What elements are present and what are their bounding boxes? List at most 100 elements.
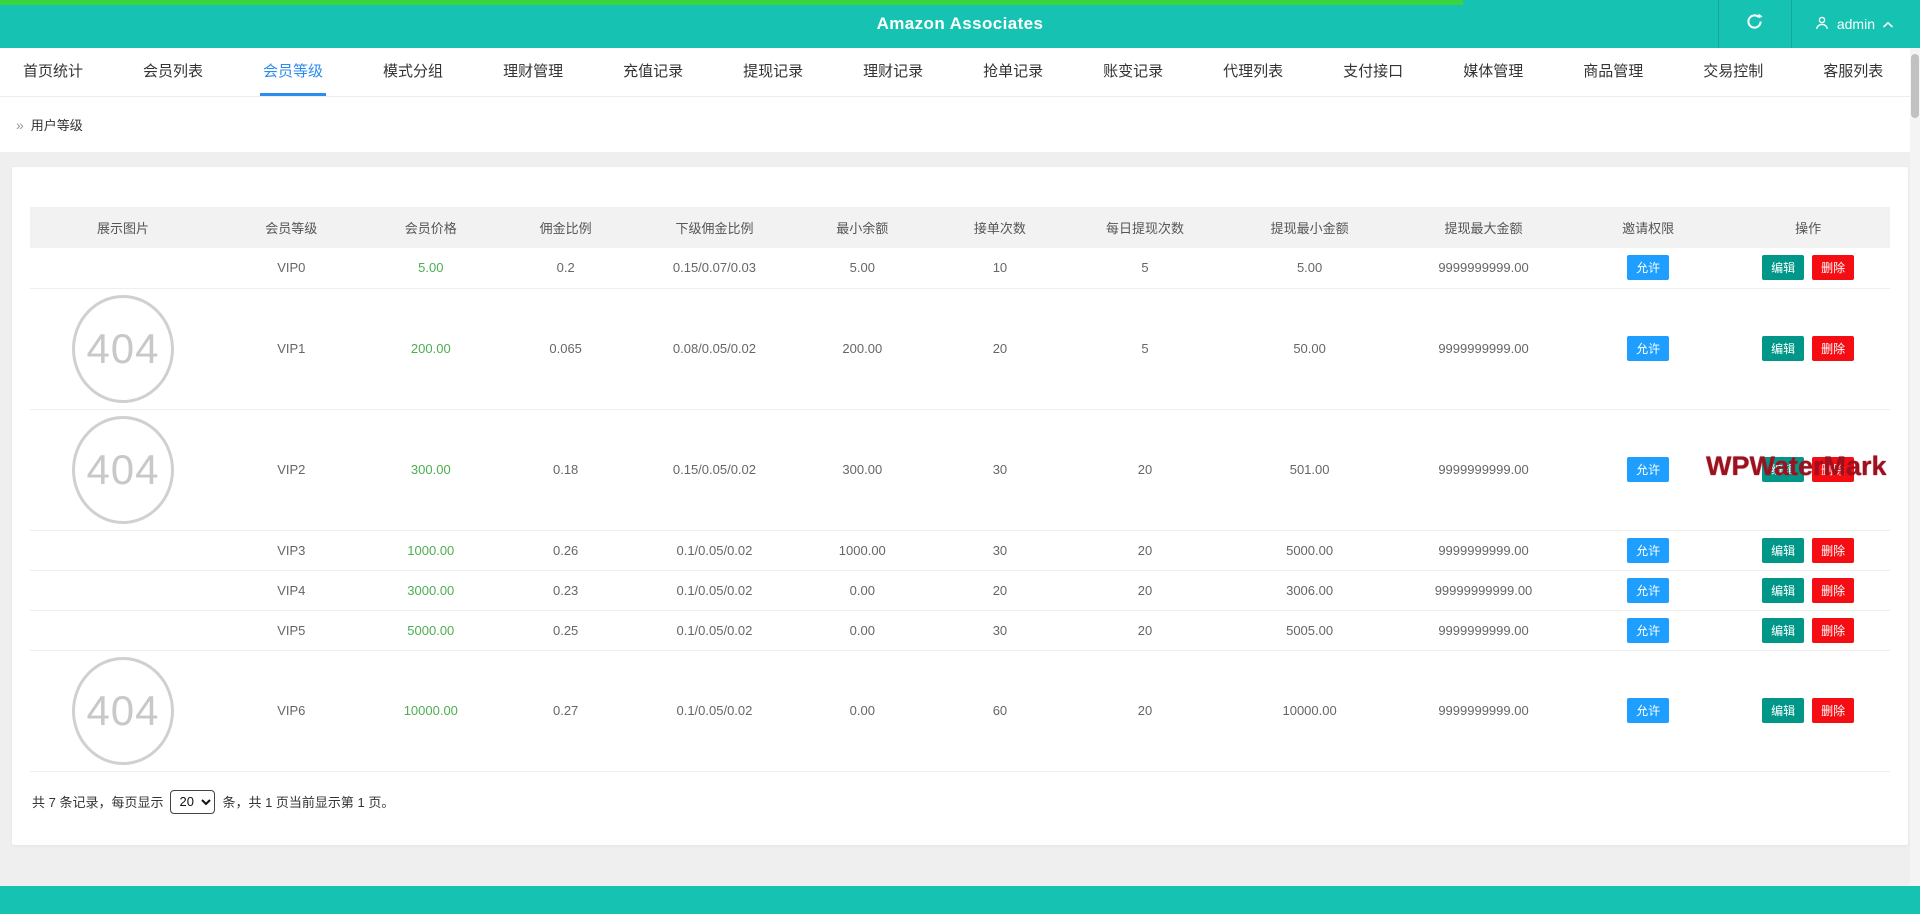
delete-button[interactable]: 删除 [1812, 336, 1854, 361]
nav-tab-1[interactable]: 会员列表 [140, 48, 206, 96]
allow-button[interactable]: 允许 [1627, 618, 1669, 643]
delete-button[interactable]: 删除 [1812, 698, 1854, 723]
nav-tab-14[interactable]: 交易控制 [1700, 48, 1766, 96]
pagination-bar: 共 7 条记录，每页显示 20 条，共 1 页当前显示第 1 页。 [30, 790, 1890, 814]
cell-actions: 编辑删除 [1726, 288, 1890, 409]
cell-withdraw-min: 5005.00 [1222, 610, 1397, 650]
edit-button[interactable]: 编辑 [1762, 538, 1804, 563]
nav-tab-9[interactable]: 账变记录 [1100, 48, 1166, 96]
image-404-placeholder: 404 [72, 657, 174, 765]
cell-invite-permission: 允许 [1570, 570, 1726, 610]
delete-button[interactable]: 删除 [1812, 578, 1854, 603]
cell-actions: 编辑删除 [1726, 530, 1890, 570]
nav-tab-11[interactable]: 支付接口 [1340, 48, 1406, 96]
cell-price: 10000.00 [367, 650, 495, 771]
admin-label: admin [1837, 16, 1875, 32]
cell-withdraw-max: 9999999999.00 [1397, 288, 1570, 409]
nav-tab-12[interactable]: 媒体管理 [1460, 48, 1526, 96]
chevron-up-icon [1882, 16, 1894, 32]
nav-tab-5[interactable]: 充值记录 [620, 48, 686, 96]
edit-button[interactable]: 编辑 [1762, 336, 1804, 361]
edit-button[interactable]: 编辑 [1762, 578, 1804, 603]
cell-daily-withdraw-count: 20 [1068, 530, 1222, 570]
nav-tab-4[interactable]: 理财管理 [500, 48, 566, 96]
delete-button[interactable]: 删除 [1812, 618, 1854, 643]
cell-daily-withdraw-count: 20 [1068, 610, 1222, 650]
cell-price: 300.00 [367, 409, 495, 530]
allow-button[interactable]: 允许 [1627, 698, 1669, 723]
allow-button[interactable]: 允许 [1627, 457, 1669, 482]
nav-tab-6[interactable]: 提现记录 [740, 48, 806, 96]
scrollbar-thumb[interactable] [1911, 54, 1919, 118]
app-header: Amazon Associates admin [0, 0, 1920, 48]
nav-tab-7[interactable]: 理财记录 [860, 48, 926, 96]
pagination-text-before: 共 7 条记录，每页显示 [32, 792, 163, 811]
column-header: 提现最大金额 [1397, 207, 1570, 248]
scrollbar[interactable] [1910, 48, 1920, 886]
table-row: VIP3 1000.00 0.26 0.1/0.05/0.02 1000.00 … [30, 530, 1890, 570]
cell-withdraw-min: 3006.00 [1222, 570, 1397, 610]
cell-commission-ratio: 0.18 [495, 409, 636, 530]
cell-order-count: 30 [932, 530, 1068, 570]
image-404-text: 404 [86, 446, 159, 494]
column-header: 会员价格 [367, 207, 495, 248]
edit-button[interactable]: 编辑 [1762, 618, 1804, 643]
levels-table: 展示图片会员等级会员价格佣金比例下级佣金比例最小余额接单次数每日提现次数提现最小… [30, 207, 1890, 772]
cell-image [30, 610, 216, 650]
allow-button[interactable]: 允许 [1627, 538, 1669, 563]
nav-tab-3[interactable]: 模式分组 [380, 48, 446, 96]
cell-withdraw-max: 9999999999.00 [1397, 650, 1570, 771]
refresh-button[interactable] [1719, 0, 1791, 48]
cell-order-count: 20 [932, 288, 1068, 409]
nav-tab-8[interactable]: 抢单记录 [980, 48, 1046, 96]
cell-price: 1000.00 [367, 530, 495, 570]
image-404-placeholder: 404 [72, 295, 174, 403]
allow-button[interactable]: 允许 [1627, 578, 1669, 603]
nav-tab-0[interactable]: 首页统计 [20, 48, 86, 96]
cell-commission-ratio: 0.27 [495, 650, 636, 771]
column-header: 邀请权限 [1570, 207, 1726, 248]
table-row: 404 VIP1 200.00 0.065 0.08/0.05/0.02 200… [30, 288, 1890, 409]
refresh-icon [1745, 12, 1764, 36]
allow-button[interactable]: 允许 [1627, 336, 1669, 361]
cell-image [30, 530, 216, 570]
allow-button[interactable]: 允许 [1627, 255, 1669, 280]
cell-sub-commission-ratio: 0.1/0.05/0.02 [636, 530, 792, 570]
column-header: 提现最小金额 [1222, 207, 1397, 248]
column-header: 接单次数 [932, 207, 1068, 248]
nav-tab-15[interactable]: 客服列表 [1820, 48, 1886, 96]
cell-image: 404 [30, 288, 216, 409]
cell-withdraw-min: 5.00 [1222, 248, 1397, 288]
edit-button[interactable]: 编辑 [1762, 698, 1804, 723]
nav-tab-2[interactable]: 会员等级 [260, 48, 326, 96]
cell-min-balance: 1000.00 [793, 530, 932, 570]
cell-sub-commission-ratio: 0.08/0.05/0.02 [636, 288, 792, 409]
delete-button[interactable]: 删除 [1812, 538, 1854, 563]
cell-invite-permission: 允许 [1570, 530, 1726, 570]
cell-invite-permission: 允许 [1570, 610, 1726, 650]
cell-sub-commission-ratio: 0.1/0.05/0.02 [636, 570, 792, 610]
cell-order-count: 30 [932, 409, 1068, 530]
cell-withdraw-min: 50.00 [1222, 288, 1397, 409]
column-header: 每日提现次数 [1068, 207, 1222, 248]
table-row: VIP0 5.00 0.2 0.15/0.07/0.03 5.00 10 5 5… [30, 248, 1890, 288]
cell-min-balance: 0.00 [793, 610, 932, 650]
cell-actions: 编辑删除 [1726, 248, 1890, 288]
cell-image [30, 570, 216, 610]
delete-button[interactable]: 删除 [1812, 255, 1854, 280]
admin-menu[interactable]: admin [1792, 0, 1920, 48]
breadcrumb-label: 用户等级 [31, 115, 83, 134]
cell-commission-ratio: 0.065 [495, 288, 636, 409]
cell-sub-commission-ratio: 0.15/0.07/0.03 [636, 248, 792, 288]
cell-sub-commission-ratio: 0.1/0.05/0.02 [636, 650, 792, 771]
nav-tab-10[interactable]: 代理列表 [1220, 48, 1286, 96]
per-page-select[interactable]: 20 [170, 790, 215, 814]
cell-commission-ratio: 0.23 [495, 570, 636, 610]
edit-button[interactable]: 编辑 [1762, 255, 1804, 280]
cell-daily-withdraw-count: 20 [1068, 650, 1222, 771]
nav-tab-13[interactable]: 商品管理 [1580, 48, 1646, 96]
table-header-row: 展示图片会员等级会员价格佣金比例下级佣金比例最小余额接单次数每日提现次数提现最小… [30, 207, 1890, 248]
cell-invite-permission: 允许 [1570, 650, 1726, 771]
column-header: 操作 [1726, 207, 1890, 248]
content-card: 展示图片会员等级会员价格佣金比例下级佣金比例最小余额接单次数每日提现次数提现最小… [12, 167, 1908, 845]
